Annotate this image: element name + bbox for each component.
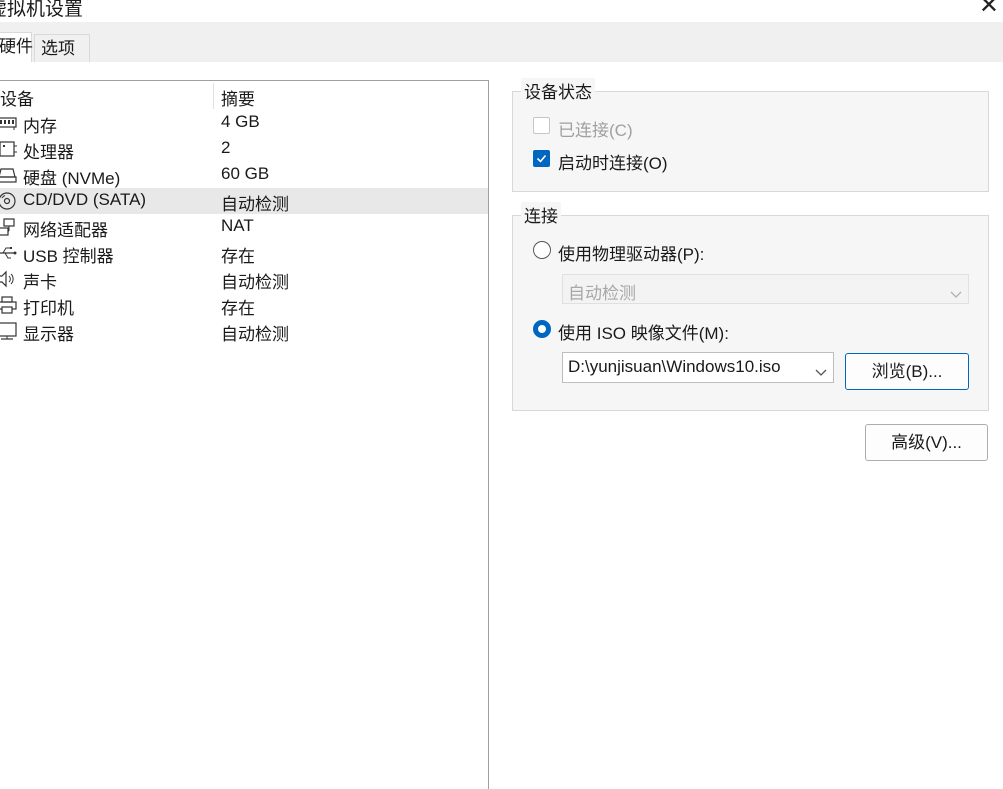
- device-row-processor[interactable]: 处理器 2: [0, 136, 488, 162]
- device-name: 声卡: [23, 273, 57, 292]
- device-row-network-adapter[interactable]: 网络适配器 NAT: [0, 214, 488, 240]
- iso-image-radio[interactable]: [533, 320, 551, 338]
- device-row-memory[interactable]: 内存 4 GB: [0, 110, 488, 136]
- device-list[interactable]: 设备 摘要 内存 4 GB 处理器 2 硬盘 (NVMe) 60 GB CD/D…: [0, 80, 489, 789]
- device-row-usb-controller[interactable]: USB 控制器 存在: [0, 240, 488, 266]
- device-list-header: 设备 摘要: [0, 81, 488, 109]
- device-row-sound-card[interactable]: 声卡 自动检测: [0, 266, 488, 292]
- speaker-icon: [0, 269, 18, 289]
- physical-drive-label: 使用物理驱动器(P):: [558, 245, 705, 264]
- device-status-group: 设备状态 已连接(C) 启动时连接(O): [512, 78, 989, 192]
- device-name: 内存: [23, 117, 57, 136]
- physical-drive-value: 自动检测: [568, 284, 636, 303]
- device-summary: 4 GB: [221, 112, 260, 131]
- tab-strip: 硬件 选项: [0, 22, 1003, 63]
- device-summary: 存在: [221, 247, 255, 266]
- device-row-cd-dvd[interactable]: CD/DVD (SATA) 自动检测: [0, 188, 488, 214]
- window-title: 虚拟机设置: [0, 0, 84, 20]
- device-summary: 2: [221, 138, 231, 157]
- device-status-title: 设备状态: [521, 78, 595, 103]
- chevron-down-icon: [950, 284, 962, 304]
- device-summary: 60 GB: [221, 164, 270, 183]
- column-header-summary[interactable]: 摘要: [221, 85, 255, 110]
- device-summary: NAT: [221, 216, 254, 235]
- device-name: USB 控制器: [23, 247, 114, 266]
- memory-icon: [0, 113, 18, 133]
- browse-button[interactable]: 浏览(B)...: [845, 353, 969, 390]
- connection-group: 连接 使用物理驱动器(P): 自动检测 使用 ISO 映像文件(M): D:\y…: [512, 202, 989, 411]
- tab-hardware[interactable]: 硬件: [0, 32, 33, 63]
- device-name: CD/DVD (SATA): [23, 190, 147, 209]
- tab-content: 设备 摘要 内存 4 GB 处理器 2 硬盘 (NVMe) 60 GB CD/D…: [0, 62, 1003, 789]
- device-summary: 自动检测: [221, 195, 289, 214]
- column-divider[interactable]: [213, 83, 214, 109]
- iso-path-value: D:\yunjisuan\Windows10.iso: [568, 357, 781, 376]
- column-header-device[interactable]: 设备: [0, 85, 34, 110]
- physical-drive-radio[interactable]: [533, 241, 551, 259]
- device-name: 显示器: [23, 325, 74, 344]
- device-name: 硬盘 (NVMe): [23, 169, 121, 188]
- iso-path-combobox[interactable]: D:\yunjisuan\Windows10.iso: [562, 352, 834, 383]
- advanced-button[interactable]: 高级(V)...: [865, 424, 988, 461]
- connect-at-power-on-checkbox[interactable]: [533, 150, 550, 167]
- close-icon[interactable]: ✕: [979, 0, 999, 20]
- cd-dvd-icon: [0, 191, 18, 211]
- connected-checkbox[interactable]: [533, 117, 550, 134]
- device-row-display[interactable]: 显示器 自动检测: [0, 318, 488, 344]
- iso-image-label: 使用 ISO 映像文件(M):: [558, 324, 729, 343]
- device-summary: 自动检测: [221, 325, 289, 344]
- network-icon: [0, 217, 18, 237]
- device-name: 处理器: [23, 143, 74, 162]
- connected-label: 已连接(C): [558, 121, 633, 140]
- physical-drive-select[interactable]: 自动检测: [562, 274, 969, 304]
- device-summary: 自动检测: [221, 273, 289, 292]
- connect-at-power-on-label: 启动时连接(O): [558, 154, 668, 173]
- device-row-hard-disk[interactable]: 硬盘 (NVMe) 60 GB: [0, 162, 488, 188]
- tab-options[interactable]: 选项: [34, 34, 90, 62]
- connection-title: 连接: [521, 202, 561, 227]
- usb-icon: [0, 243, 18, 263]
- title-bar: 虚拟机设置 ✕: [0, 0, 1003, 22]
- device-name: 网络适配器: [23, 221, 108, 240]
- device-name: 打印机: [23, 299, 74, 318]
- harddisk-icon: [0, 165, 18, 185]
- checkmark-icon: [536, 154, 547, 163]
- cpu-icon: [0, 139, 18, 159]
- monitor-icon: [0, 321, 18, 341]
- chevron-down-icon[interactable]: [815, 362, 827, 382]
- device-summary: 存在: [221, 299, 255, 318]
- printer-icon: [0, 295, 18, 315]
- device-row-printer[interactable]: 打印机 存在: [0, 292, 488, 318]
